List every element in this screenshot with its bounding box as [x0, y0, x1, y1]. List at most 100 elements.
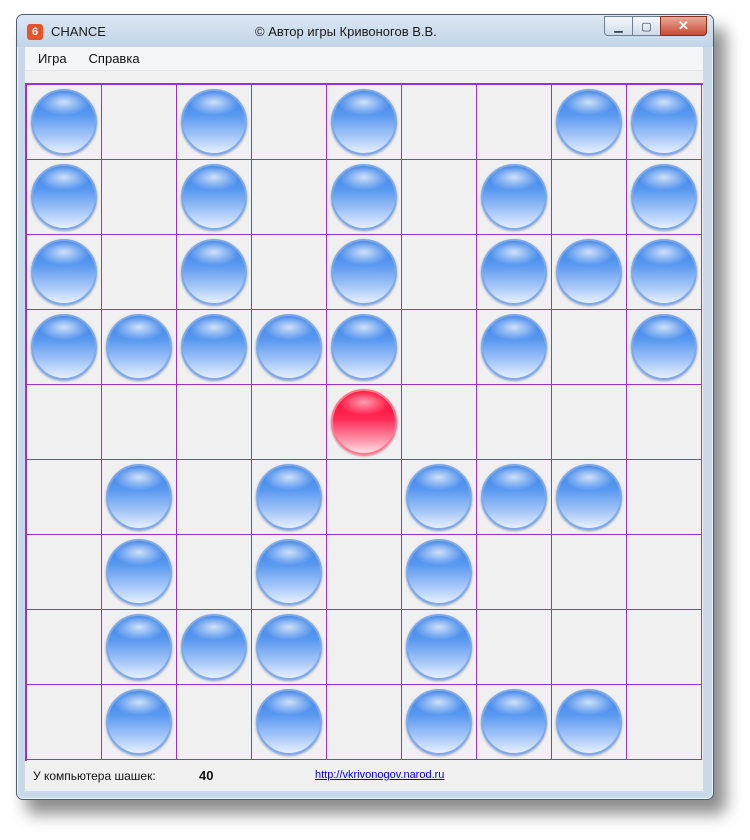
- computer-checker[interactable]: [181, 614, 247, 680]
- board-cell[interactable]: [177, 460, 252, 535]
- board-cell[interactable]: [402, 235, 477, 310]
- board-cell[interactable]: [252, 460, 327, 535]
- board-cell[interactable]: [327, 160, 402, 235]
- computer-checker[interactable]: [406, 614, 472, 680]
- computer-checker[interactable]: [31, 164, 97, 230]
- board-cell[interactable]: [252, 610, 327, 685]
- board-cell[interactable]: [477, 610, 552, 685]
- board-cell[interactable]: [552, 385, 627, 460]
- computer-checker[interactable]: [256, 614, 322, 680]
- board-cell[interactable]: [102, 385, 177, 460]
- board-cell[interactable]: [177, 85, 252, 160]
- board-cell[interactable]: [477, 535, 552, 610]
- board-cell[interactable]: [27, 235, 102, 310]
- computer-checker[interactable]: [106, 614, 172, 680]
- computer-checker[interactable]: [481, 464, 547, 530]
- board-cell[interactable]: [477, 385, 552, 460]
- board-cell[interactable]: [402, 85, 477, 160]
- board-cell[interactable]: [402, 385, 477, 460]
- board-cell[interactable]: [327, 310, 402, 385]
- computer-checker[interactable]: [406, 464, 472, 530]
- player-checker[interactable]: [331, 389, 397, 455]
- board-cell[interactable]: [327, 385, 402, 460]
- minimize-button[interactable]: ▁: [604, 16, 633, 36]
- board-cell[interactable]: [552, 460, 627, 535]
- board-cell[interactable]: [327, 85, 402, 160]
- computer-checker[interactable]: [181, 164, 247, 230]
- board-cell[interactable]: [102, 160, 177, 235]
- computer-checker[interactable]: [181, 89, 247, 155]
- computer-checker[interactable]: [106, 539, 172, 605]
- board-cell[interactable]: [252, 235, 327, 310]
- board-cell[interactable]: [627, 685, 702, 760]
- computer-checker[interactable]: [481, 239, 547, 305]
- computer-checker[interactable]: [481, 164, 547, 230]
- computer-checker[interactable]: [256, 689, 322, 755]
- computer-checker[interactable]: [181, 239, 247, 305]
- board-cell[interactable]: [627, 385, 702, 460]
- board-cell[interactable]: [627, 85, 702, 160]
- board-cell[interactable]: [27, 460, 102, 535]
- computer-checker[interactable]: [331, 89, 397, 155]
- computer-checker[interactable]: [31, 89, 97, 155]
- menu-game[interactable]: Игра: [29, 51, 76, 66]
- board-cell[interactable]: [27, 535, 102, 610]
- computer-checker[interactable]: [406, 689, 472, 755]
- board-cell[interactable]: [327, 460, 402, 535]
- board-cell[interactable]: [552, 610, 627, 685]
- computer-checker[interactable]: [556, 464, 622, 530]
- board-cell[interactable]: [27, 385, 102, 460]
- board-cell[interactable]: [477, 160, 552, 235]
- computer-checker[interactable]: [631, 89, 697, 155]
- board-cell[interactable]: [477, 685, 552, 760]
- computer-checker[interactable]: [556, 689, 622, 755]
- board-cell[interactable]: [552, 310, 627, 385]
- board-cell[interactable]: [177, 535, 252, 610]
- board-cell[interactable]: [252, 160, 327, 235]
- board-cell[interactable]: [552, 160, 627, 235]
- board-cell[interactable]: [27, 160, 102, 235]
- board-cell[interactable]: [252, 85, 327, 160]
- board-cell[interactable]: [27, 685, 102, 760]
- computer-checker[interactable]: [256, 464, 322, 530]
- board-cell[interactable]: [402, 535, 477, 610]
- board-cell[interactable]: [477, 460, 552, 535]
- board-cell[interactable]: [177, 385, 252, 460]
- board-cell[interactable]: [552, 85, 627, 160]
- board-cell[interactable]: [102, 310, 177, 385]
- board-cell[interactable]: [627, 460, 702, 535]
- board-cell[interactable]: [627, 310, 702, 385]
- computer-checker[interactable]: [106, 689, 172, 755]
- computer-checker[interactable]: [631, 239, 697, 305]
- board-cell[interactable]: [477, 235, 552, 310]
- computer-checker[interactable]: [631, 314, 697, 380]
- board-cell[interactable]: [627, 235, 702, 310]
- board-cell[interactable]: [102, 460, 177, 535]
- board-cell[interactable]: [402, 310, 477, 385]
- computer-checker[interactable]: [481, 314, 547, 380]
- board-cell[interactable]: [552, 535, 627, 610]
- board-cell[interactable]: [177, 685, 252, 760]
- computer-checker[interactable]: [406, 539, 472, 605]
- maximize-button[interactable]: ▢: [632, 16, 661, 36]
- board-cell[interactable]: [402, 160, 477, 235]
- menu-help[interactable]: Справка: [80, 51, 149, 66]
- board-cell[interactable]: [552, 685, 627, 760]
- board-cell[interactable]: [477, 310, 552, 385]
- board-cell[interactable]: [627, 160, 702, 235]
- board-cell[interactable]: [102, 685, 177, 760]
- computer-checker[interactable]: [331, 239, 397, 305]
- board-cell[interactable]: [327, 685, 402, 760]
- computer-checker[interactable]: [106, 314, 172, 380]
- board-cell[interactable]: [27, 310, 102, 385]
- computer-checker[interactable]: [631, 164, 697, 230]
- computer-checker[interactable]: [556, 239, 622, 305]
- board-cell[interactable]: [102, 235, 177, 310]
- computer-checker[interactable]: [31, 314, 97, 380]
- board-cell[interactable]: [177, 610, 252, 685]
- board-cell[interactable]: [402, 685, 477, 760]
- author-website-link[interactable]: http://vkrivonogov.narod.ru: [315, 769, 444, 781]
- board-cell[interactable]: [477, 85, 552, 160]
- board-cell[interactable]: [102, 85, 177, 160]
- computer-checker[interactable]: [181, 314, 247, 380]
